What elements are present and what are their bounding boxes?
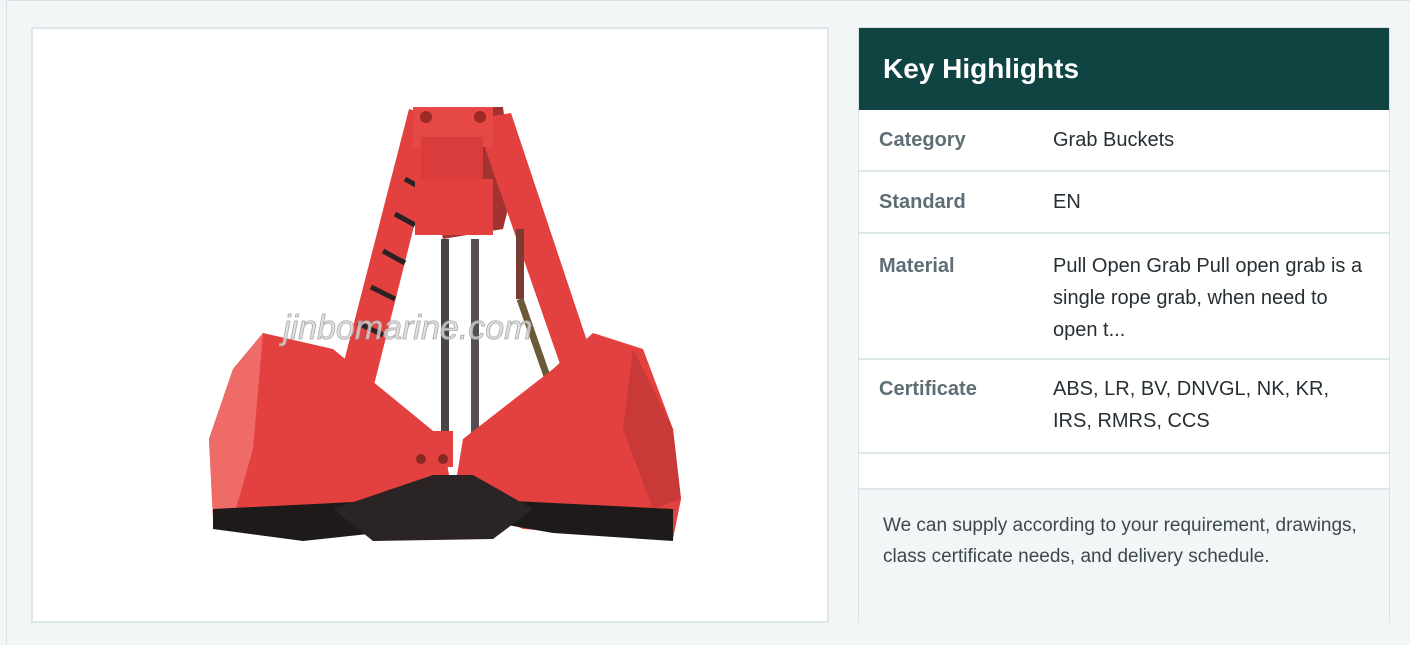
key-highlights-card: Key Highlights Category Grab Buckets Sta… [858,27,1390,624]
highlight-key: Material [879,255,955,277]
highlight-row-certificate: Certificate ABS, LR, BV, DNVGL, NK, KR, … [859,360,1389,454]
page: jinbomarine.com Key Highlights Category … [6,0,1410,645]
highlight-value: Pull Open Grab Pull open grab is a singl… [1053,255,1363,341]
watermark-text: jinbomarine.com [279,309,532,347]
highlight-key: Standard [879,190,966,213]
highlight-row-category: Category Grab Buckets [859,110,1389,172]
product-image-panel[interactable]: jinbomarine.com [31,27,829,623]
key-highlights-title: Key Highlights [859,28,1389,110]
highlight-key: Category [879,128,966,151]
highlight-key: Certificate [879,378,977,400]
highlight-value: ABS, LR, BV, DNVGL, NK, KR, IRS, RMRS, C… [1053,378,1330,432]
highlight-row-standard: Standard EN [859,172,1389,234]
highlight-row-material: Material Pull Open Grab Pull open grab i… [859,234,1389,360]
highlight-value: Grab Buckets [1053,129,1175,151]
highlights-footer-text: We can supply according to your requirem… [859,490,1389,624]
grab-bucket-image: jinbomarine.com [209,107,681,541]
highlight-value: EN [1053,191,1081,213]
highlight-row-empty [859,454,1389,490]
